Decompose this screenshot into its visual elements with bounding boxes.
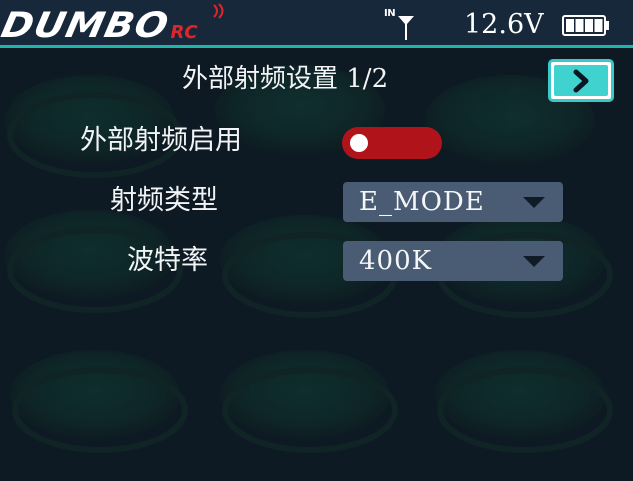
battery-icon bbox=[562, 15, 609, 36]
baud-rate-value: 400K bbox=[359, 246, 433, 276]
page-title: 外部射频设置 1/2 bbox=[182, 64, 389, 94]
dropdown-arrow-icon bbox=[523, 197, 545, 208]
rf-type-label: 射频类型 bbox=[110, 185, 218, 216]
baud-rate-label: 波特率 bbox=[127, 245, 208, 276]
rf-type-select[interactable]: E_MODE bbox=[343, 182, 563, 222]
next-page-button[interactable] bbox=[548, 59, 614, 102]
next-button-face bbox=[554, 65, 608, 96]
logo-text: DUMBO bbox=[0, 4, 173, 46]
antenna-status: IN bbox=[384, 8, 426, 42]
dropdown-arrow-icon bbox=[523, 256, 545, 267]
toggle-knob bbox=[350, 134, 368, 152]
signal-wave-icon bbox=[213, 3, 224, 19]
battery-voltage: 12.6V bbox=[464, 9, 544, 40]
baud-rate-select[interactable]: 400K bbox=[343, 241, 563, 281]
external-rf-enable-toggle[interactable] bbox=[342, 127, 442, 159]
chevron-right-icon bbox=[573, 69, 589, 92]
antenna-icon bbox=[398, 16, 414, 40]
external-rf-enable-label: 外部射频启用 bbox=[80, 125, 242, 156]
logo-subtext: RC bbox=[170, 22, 198, 43]
rf-type-value: E_MODE bbox=[359, 187, 485, 217]
brand-logo: DUMBO RC bbox=[0, 3, 198, 46]
rf-settings-screen: DUMBO RC IN 12.6V 外部射频设置 1/2 外部射频启用 射频类型… bbox=[0, 0, 633, 481]
status-bar: DUMBO RC IN 12.6V bbox=[0, 0, 633, 48]
